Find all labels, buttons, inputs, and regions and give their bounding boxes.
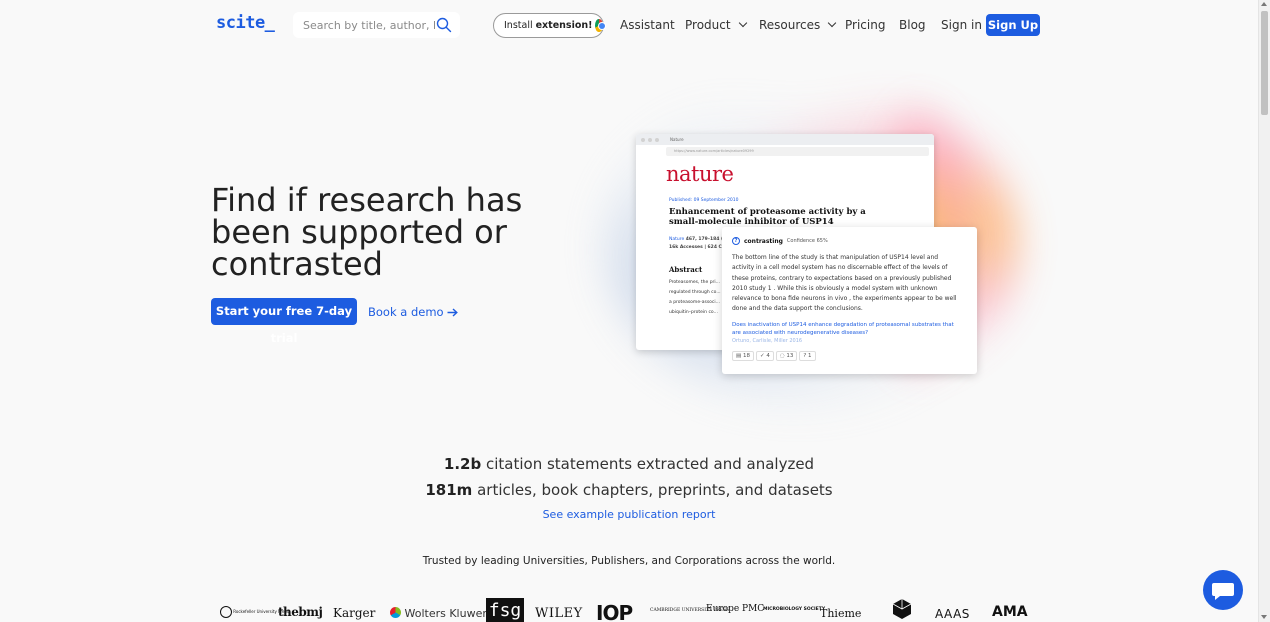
trusted-by-text: Trusted by leading Universities, Publish… — [422, 555, 836, 567]
browser-url: https://www.nature.com/articles/nature09… — [666, 147, 929, 156]
nav-resources-label: Resources — [759, 18, 821, 32]
chrome-icon — [595, 19, 605, 32]
stat-contrasting-value: 1 — [808, 353, 812, 359]
meta-stats: 16k Accesses | 624 C — [669, 245, 722, 250]
article-title: Enhancement of proteasome activity by a … — [669, 207, 866, 227]
stat-articles-text: articles, book chapters, preprints, and … — [477, 481, 833, 499]
logo-cambridge: CAMBRIDGE UNIVERSITY PRESS — [650, 608, 730, 613]
stat-mentioning: ◌ 13 — [775, 351, 798, 361]
abstract-text: Proteasomes, the pri... regulated throug… — [669, 280, 721, 315]
stat-total: ▤ 18 — [732, 351, 754, 361]
window-dot — [648, 137, 652, 142]
stat-citations-number: 1.2b — [443, 455, 482, 473]
scroll-up-icon[interactable] — [1261, 2, 1267, 6]
book-demo-link[interactable]: Book a demo — [368, 305, 459, 319]
nav-product-label: Product — [685, 18, 731, 32]
citing-article-authors: Ortuno, Carlisle, Miller 2016 — [732, 338, 803, 344]
scite-logo[interactable]: scite_ — [216, 13, 275, 33]
install-label: Install — [504, 20, 533, 31]
citation-confidence: Confidence 65% — [786, 238, 828, 244]
arrow-right-icon — [447, 308, 459, 317]
search-bar[interactable] — [293, 12, 460, 38]
logo-wolters-kluwer-text: Wolters Kluwer — [404, 607, 487, 620]
browser-tab: Nature — [670, 137, 684, 142]
question-icon: ? — [732, 237, 740, 245]
browser-titlebar: Nature — [636, 134, 934, 145]
logo-aaas: AAAS — [935, 607, 970, 621]
nav-assistant[interactable]: Assistant — [620, 18, 675, 32]
stat-citations: 1.2b citation statements extracted and a… — [0, 455, 1258, 473]
logo-karger: Karger — [333, 606, 376, 620]
published-date: Published: 09 September 2010 — [669, 198, 739, 203]
citation-statement: The bottom line of the study is that man… — [732, 254, 957, 313]
free-trial-button[interactable]: Start your free 7-day trial — [211, 298, 357, 345]
citation-card-header: ? contrasting Confidence 65% — [732, 237, 828, 245]
logo-ama: AMA — [992, 604, 1028, 620]
example-report-link[interactable]: See example publication report — [0, 508, 1258, 521]
nav-pricing[interactable]: Pricing — [845, 18, 885, 32]
scrollbar-thumb[interactable] — [1261, 11, 1268, 115]
citing-article-link: Does inactivation of USP14 enhance degra… — [732, 322, 954, 336]
chevron-down-icon — [738, 18, 747, 28]
stat-supporting: ✓ 4 — [755, 351, 774, 361]
stat-total-value: 18 — [742, 353, 750, 359]
hero-title: Find if research has been supported or c… — [211, 181, 523, 283]
install-label-bold: extension! — [535, 20, 593, 31]
window-dot — [641, 137, 645, 142]
sign-up-button[interactable]: Sign Up — [986, 14, 1040, 36]
nav-resources[interactable]: Resources — [759, 18, 837, 32]
logo-microbiology: MICROBIOLOGY SOCIETY — [763, 607, 826, 612]
logo-europe-pmc: Europe PMC — [706, 604, 765, 614]
chevron-down-icon — [828, 18, 837, 28]
stat-contrasting: ? 1 — [799, 351, 816, 361]
stat-supporting-value: 4 — [766, 353, 770, 359]
logo-cube — [892, 598, 912, 620]
book-demo-label: Book a demo — [368, 305, 444, 319]
nature-logo: nature — [666, 162, 734, 186]
logo-thieme: Thieme — [820, 607, 862, 620]
nav-product[interactable]: Product — [685, 18, 747, 32]
citation-type: contrasting — [744, 237, 783, 245]
citation-stats: ▤ 18 ✓ 4 ◌ 13 ? 1 — [732, 351, 816, 361]
install-extension-button[interactable]: Install extension! — [493, 13, 605, 38]
cube-icon — [892, 599, 912, 619]
partner-logos: Rockefeller University Press thebmj Karg… — [220, 598, 1050, 622]
logo-bmj: thebmj — [278, 605, 323, 619]
logo-wolters-kluwer: Wolters Kluwer — [390, 607, 487, 620]
rockefeller-seal-icon — [220, 606, 232, 618]
meta-journal: Nature — [669, 237, 685, 242]
nav-sign-in[interactable]: Sign in — [941, 18, 982, 32]
logo-fsg: fsg — [486, 598, 524, 622]
logo-rockefeller: Rockefeller University Press — [220, 606, 289, 618]
logo-rockefeller-text: Rockefeller University Press — [233, 608, 289, 614]
logo-wiley: WILEY — [535, 606, 583, 621]
scroll-down-icon[interactable] — [1261, 615, 1267, 619]
nav-blog[interactable]: Blog — [899, 18, 926, 32]
abstract-heading: Abstract — [669, 265, 703, 274]
chat-launcher-button[interactable] — [1203, 570, 1243, 610]
stat-citations-text: citation statements extracted and analyz… — [486, 455, 815, 473]
logo-iop: IOP — [596, 601, 633, 622]
citation-card: ? contrasting Confidence 65% The bottom … — [722, 227, 977, 374]
chat-icon — [1212, 583, 1234, 600]
window-dot — [655, 137, 659, 142]
search-input[interactable] — [303, 16, 435, 34]
wolters-kluwer-icon — [390, 607, 401, 618]
stat-articles-number: 181m — [425, 481, 473, 499]
search-icon[interactable] — [436, 17, 452, 33]
stat-articles: 181m articles, book chapters, preprints,… — [0, 481, 1258, 499]
stat-mentioning-value: 13 — [786, 353, 794, 359]
